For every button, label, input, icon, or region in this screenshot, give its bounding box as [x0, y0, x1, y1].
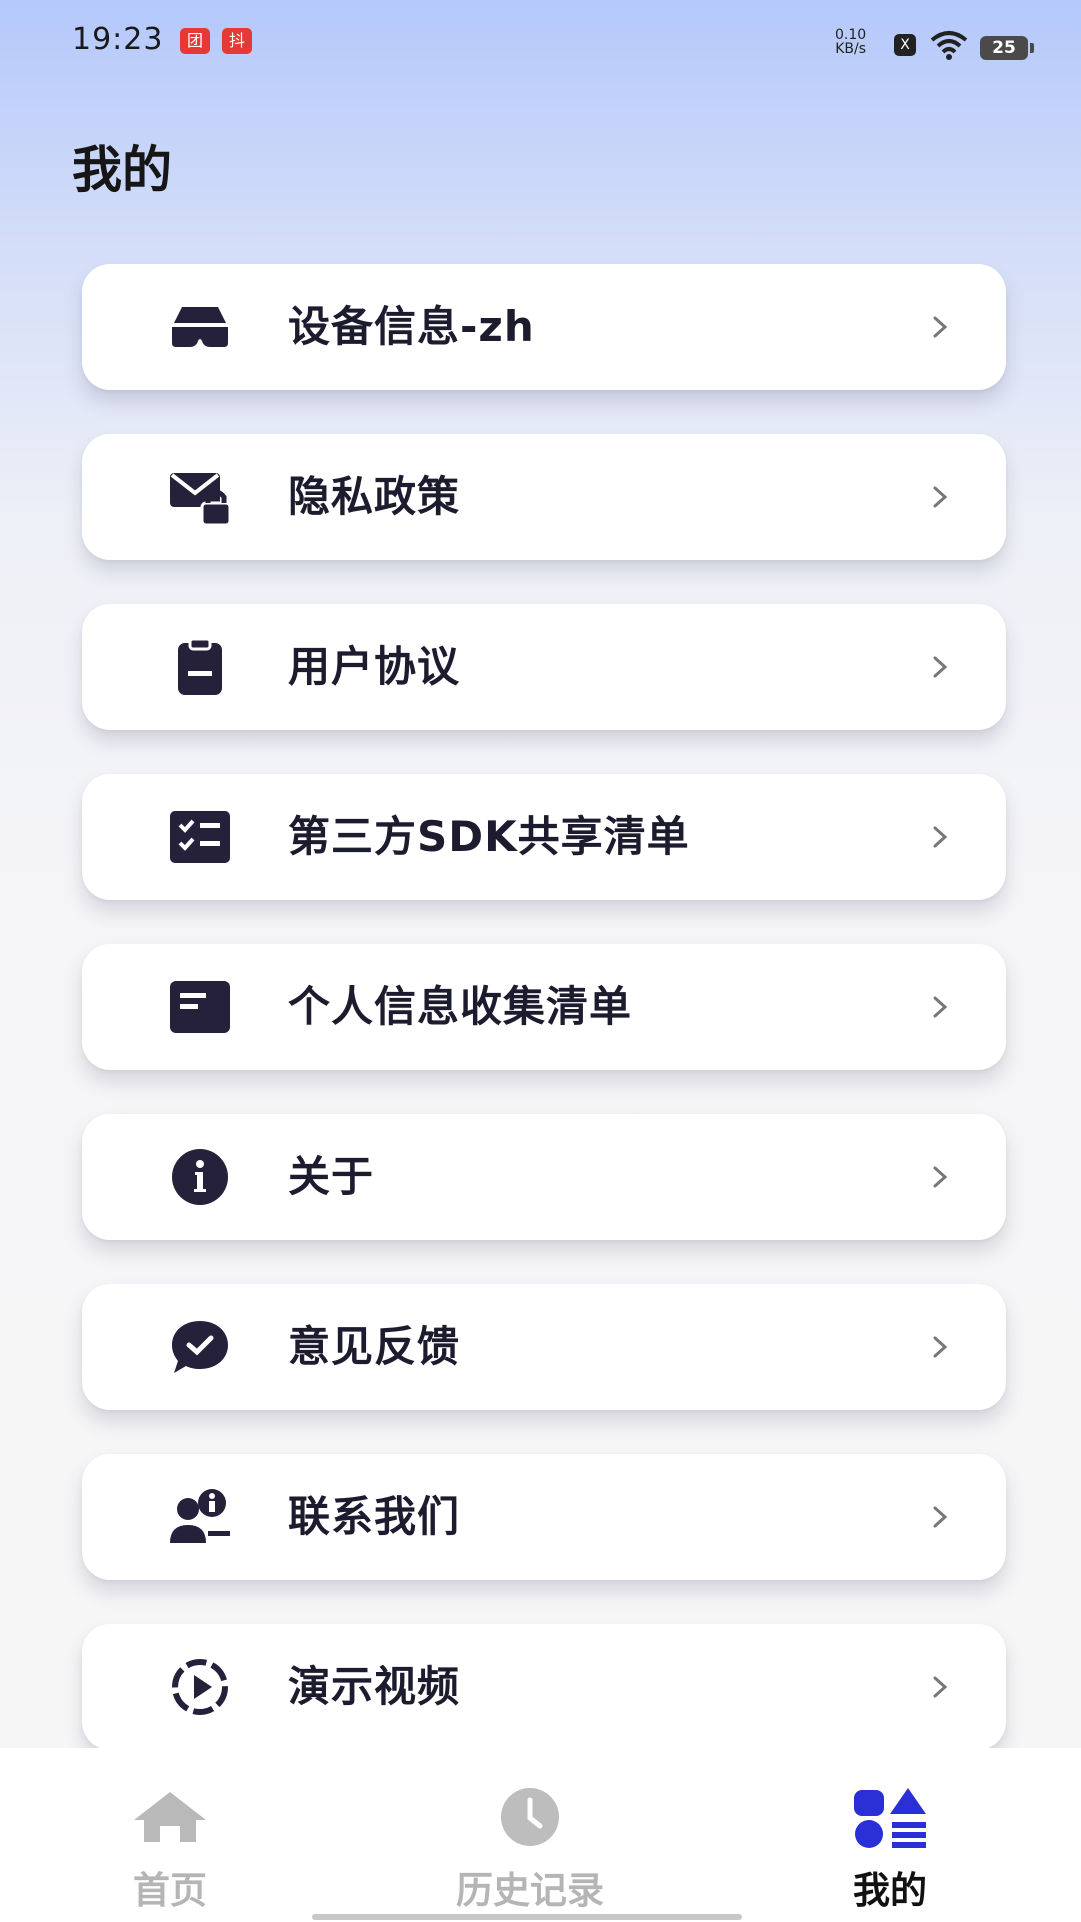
wifi-icon — [930, 31, 968, 60]
bottom-tab-bar: 首页 历史记录 我的 — [0, 1748, 1081, 1922]
mail-lock-icon — [170, 473, 232, 527]
tab-label: 历史记录 — [456, 1869, 604, 1912]
menu-item-label: 第三方SDK共享清单 — [288, 812, 690, 861]
menu-list: 设备信息-zh 隐私政策 用户协议 第三方SDK共享清单 个人信息收集清单 关于… — [82, 264, 1006, 1794]
status-time: 19:23 — [72, 22, 164, 57]
chevron-right-icon — [933, 996, 948, 1018]
info-icon — [172, 1149, 228, 1205]
profile-grid-icon — [854, 1788, 926, 1848]
chevron-right-icon — [933, 316, 948, 338]
menu-item-device-info[interactable]: 设备信息-zh — [82, 264, 1006, 390]
menu-item-label: 关于 — [288, 1152, 375, 1201]
tab-mine[interactable]: 我的 — [740, 1748, 1040, 1922]
tab-history[interactable]: 历史记录 — [380, 1748, 680, 1922]
home-indicator[interactable] — [312, 1914, 742, 1920]
tab-home[interactable]: 首页 — [20, 1748, 320, 1922]
menu-item-label: 个人信息收集清单 — [288, 982, 633, 1031]
tab-label: 我的 — [853, 1869, 927, 1912]
document-list-icon — [170, 981, 230, 1033]
chevron-right-icon — [933, 1166, 948, 1188]
checklist-icon — [170, 811, 230, 863]
notification-badge-1: 团 — [180, 28, 210, 54]
chevron-right-icon — [933, 1676, 948, 1698]
menu-item-label: 意见反馈 — [288, 1322, 461, 1371]
chevron-right-icon — [933, 1336, 948, 1358]
menu-item-demo-video[interactable]: 演示视频 — [82, 1624, 1006, 1750]
clock-icon — [501, 1788, 559, 1846]
home-icon — [134, 1792, 206, 1842]
contact-person-icon — [170, 1489, 230, 1543]
video-play-icon — [172, 1659, 228, 1715]
chevron-right-icon — [933, 486, 948, 508]
menu-item-privacy-policy[interactable]: 隐私政策 — [82, 434, 1006, 560]
menu-item-contact-us[interactable]: 联系我们 — [82, 1454, 1006, 1580]
status-bar: 19:23 团 抖 0.10 KB/s X 25 — [0, 0, 1081, 80]
battery-icon: 25 — [980, 36, 1034, 60]
menu-item-personal-info-list[interactable]: 个人信息收集清单 — [82, 944, 1006, 1070]
chevron-right-icon — [933, 1506, 948, 1528]
menu-item-label: 联系我们 — [288, 1492, 461, 1541]
menu-item-feedback[interactable]: 意见反馈 — [82, 1284, 1006, 1410]
network-speed: 0.10 KB/s — [835, 27, 867, 57]
menu-item-label: 隐私政策 — [288, 472, 461, 521]
chat-check-icon — [172, 1321, 228, 1373]
page-title: 我的 — [72, 141, 172, 199]
tab-label: 首页 — [133, 1869, 207, 1912]
menu-item-third-party-sdk-list[interactable]: 第三方SDK共享清单 — [82, 774, 1006, 900]
menu-item-about[interactable]: 关于 — [82, 1114, 1006, 1240]
menu-item-label: 用户协议 — [288, 642, 461, 691]
clipboard-icon — [178, 637, 222, 695]
menu-item-user-agreement[interactable]: 用户协议 — [82, 604, 1006, 730]
chevron-right-icon — [933, 656, 948, 678]
menu-item-label: 设备信息-zh — [288, 302, 535, 351]
sim-icon: X — [894, 34, 916, 56]
vr-headset-icon — [172, 307, 228, 347]
notification-badge-2: 抖 — [222, 28, 252, 54]
menu-item-label: 演示视频 — [288, 1662, 461, 1711]
chevron-right-icon — [933, 826, 948, 848]
